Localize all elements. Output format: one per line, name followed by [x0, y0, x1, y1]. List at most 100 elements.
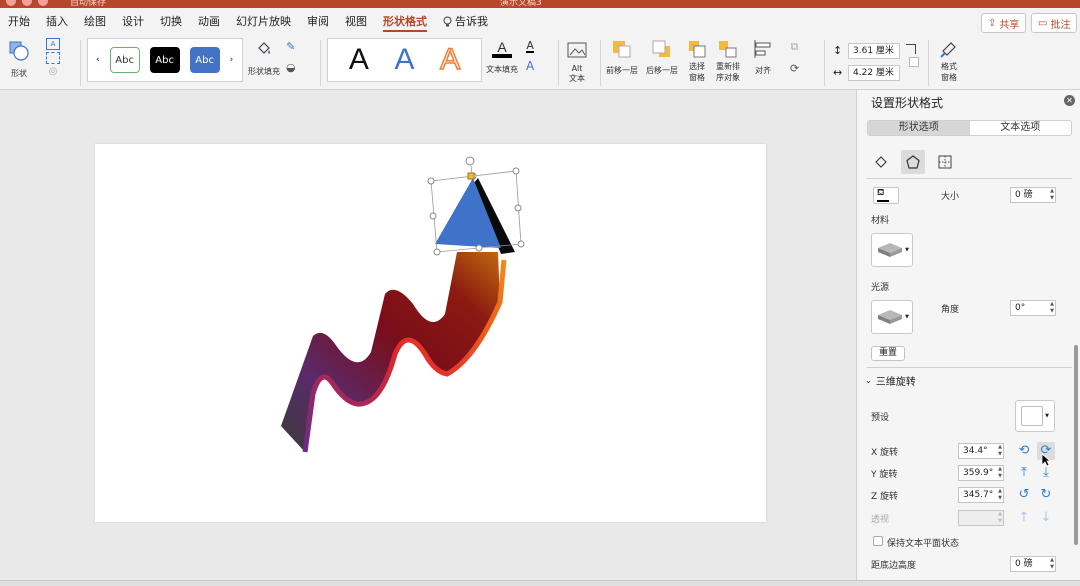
stepper-icon: ▲ ▼	[998, 511, 1002, 524]
bring-forward-label: 前移一层	[606, 66, 638, 75]
tab-home[interactable]: 开始	[0, 8, 38, 36]
tab-view[interactable]: 视图	[337, 8, 375, 36]
stepper-icon[interactable]: ▲ ▼	[1050, 557, 1054, 571]
distance-from-ground-field[interactable]: 0 磅 ▲ ▼	[1010, 556, 1056, 572]
text-fill-label: 文本填充	[486, 65, 518, 74]
3d-rotation-section-header[interactable]: ⌄ 三维旋转	[865, 373, 916, 388]
textbox-icon[interactable]: A	[46, 38, 60, 50]
tab-animations[interactable]: 动画	[190, 8, 228, 36]
bring-forward-button[interactable]: 前移一层	[606, 38, 638, 76]
angle-field[interactable]: 0° ▲ ▼	[1010, 300, 1056, 316]
shape-outline-icon[interactable]: ✎	[286, 40, 295, 53]
stepper-icon[interactable]: ▲ ▼	[1050, 188, 1054, 202]
pane-scrollbar[interactable]	[1074, 345, 1078, 545]
tab-design[interactable]: 设计	[114, 8, 152, 36]
align-button[interactable]: 对齐	[752, 38, 774, 76]
insert-shape-button[interactable]: 形状	[8, 40, 30, 79]
style-blue-fill[interactable]: Abc	[189, 47, 220, 73]
lighting-label: 光源	[871, 283, 890, 293]
edit-points-icon[interactable]	[46, 52, 60, 64]
merge-shapes-icon[interactable]: ◎	[46, 66, 60, 78]
size-label: 大小	[941, 192, 960, 202]
x-rotation-field[interactable]: 34.4° ▲ ▼	[958, 443, 1004, 459]
tab-transitions[interactable]: 切换	[152, 8, 190, 36]
alt-text-icon	[566, 40, 588, 62]
wordart-gallery[interactable]: A A A	[327, 38, 482, 82]
chevron-down-icon: ⌄	[865, 376, 872, 385]
tab-text-options[interactable]: 文本选项	[970, 121, 1072, 135]
selection-pane-button[interactable]: 选择 窗格	[686, 38, 708, 83]
comment-button[interactable]: ▭ 批注	[1031, 13, 1078, 33]
y-rotation-field[interactable]: 359.9° ▲ ▼	[958, 465, 1004, 481]
align-label: 对齐	[755, 66, 771, 75]
ribbon-separator	[80, 40, 81, 86]
shape-style-gallery[interactable]: ‹ Abc Abc Abc ›	[87, 38, 243, 82]
stepper-icon[interactable]: ▲ ▼	[1050, 301, 1054, 315]
tab-slideshow[interactable]: 幻灯片放映	[228, 8, 299, 36]
size-properties-icon[interactable]	[933, 150, 957, 174]
fill-line-icon[interactable]	[869, 150, 893, 174]
wordart-black[interactable]: A	[349, 43, 369, 77]
close-window-icon[interactable]	[6, 0, 16, 6]
send-backward-button[interactable]: 后移一层	[646, 38, 678, 76]
text-effects-icon[interactable]: A	[526, 59, 534, 73]
effects-pentagon-icon[interactable]	[901, 150, 925, 174]
tab-insert[interactable]: 插入	[38, 8, 76, 36]
stepper-icon[interactable]: ▲ ▼	[998, 444, 1002, 458]
3d-zigzag-arrow-shape[interactable]	[95, 144, 766, 522]
text-fill-button[interactable]: A 文本填充	[486, 38, 518, 75]
lighting-dropdown[interactable]: ▼	[871, 300, 913, 334]
shape-fill-button[interactable]: 形状填充	[248, 38, 280, 77]
wordart-blue[interactable]: A	[394, 43, 414, 77]
wordart-orange[interactable]: A	[439, 42, 461, 77]
style-outline-green[interactable]: Abc	[109, 47, 140, 73]
stepper-icon[interactable]: ▲ ▼	[998, 488, 1002, 502]
material-dropdown[interactable]: ▼	[871, 233, 913, 267]
tab-tell-me[interactable]: 告诉我	[435, 8, 496, 36]
shape-effects-icon[interactable]: ◒	[286, 61, 296, 74]
width-icon: ↔	[833, 66, 843, 79]
preset-label: 预设	[871, 413, 890, 423]
tab-review[interactable]: 审阅	[299, 8, 337, 36]
rotate-left-icon[interactable]: ⟲	[1015, 442, 1033, 460]
tab-shape-options[interactable]: 形状选项	[868, 121, 970, 135]
format-pane-label-line2: 窗格	[941, 73, 957, 82]
ribbon-separator	[928, 40, 929, 86]
close-pane-icon[interactable]: ✕	[1064, 95, 1075, 106]
style-black-fill[interactable]: Abc	[149, 47, 180, 73]
minimize-window-icon[interactable]	[22, 0, 32, 6]
group-icon[interactable]: ⧉	[791, 40, 799, 54]
shape-height-field[interactable]: 3.61 厘米	[848, 43, 900, 59]
size-dialog-icon[interactable]	[906, 44, 916, 54]
rotate-clockwise-icon[interactable]: ↻	[1037, 486, 1055, 504]
text-outline-effects-group: A A	[526, 40, 534, 73]
edit-shape-group: A ◎	[46, 38, 60, 78]
keep-text-flat-checkbox[interactable]	[873, 536, 883, 546]
gallery-prev-icon[interactable]: ‹	[96, 55, 100, 65]
share-button[interactable]: ⇪ 共享	[981, 13, 1027, 33]
tab-draw[interactable]: 绘图	[76, 8, 114, 36]
text-outline-icon[interactable]: A	[526, 40, 534, 53]
rotate-icon[interactable]: ⟳	[790, 62, 799, 75]
rotate-up-icon[interactable]: ⤒	[1015, 464, 1033, 482]
stepper-icon[interactable]: ▲ ▼	[998, 466, 1002, 480]
alt-text-button[interactable]: Alt 文本	[566, 40, 588, 84]
lighting-swatch-icon	[878, 310, 903, 324]
slide-canvas[interactable]	[95, 144, 766, 522]
align-icon	[752, 38, 774, 60]
lock-aspect-checkbox[interactable]	[909, 57, 919, 67]
shape-width-field[interactable]: 4.22 厘米	[848, 65, 900, 81]
contour-color-picker[interactable]: ⛾	[873, 187, 899, 204]
zoom-window-icon[interactable]	[38, 0, 48, 6]
contour-size-field[interactable]: 0 磅 ▲ ▼	[1010, 187, 1056, 203]
window-controls[interactable]	[6, 0, 48, 6]
z-rotation-field[interactable]: 345.7° ▲ ▼	[958, 487, 1004, 503]
rotation-preset-dropdown[interactable]: ▼	[1015, 400, 1055, 432]
rotate-counterclockwise-icon[interactable]: ↺	[1015, 486, 1033, 504]
format-pane-button[interactable]: 格式 窗格	[938, 38, 960, 83]
rearrange-button[interactable]: 重新排 序对象	[716, 38, 740, 83]
angle-value: 0°	[1015, 303, 1026, 313]
reset-button[interactable]: 重置	[871, 346, 906, 361]
gallery-next-icon[interactable]: ›	[230, 55, 234, 65]
tab-shape-format[interactable]: 形状格式	[375, 8, 435, 36]
